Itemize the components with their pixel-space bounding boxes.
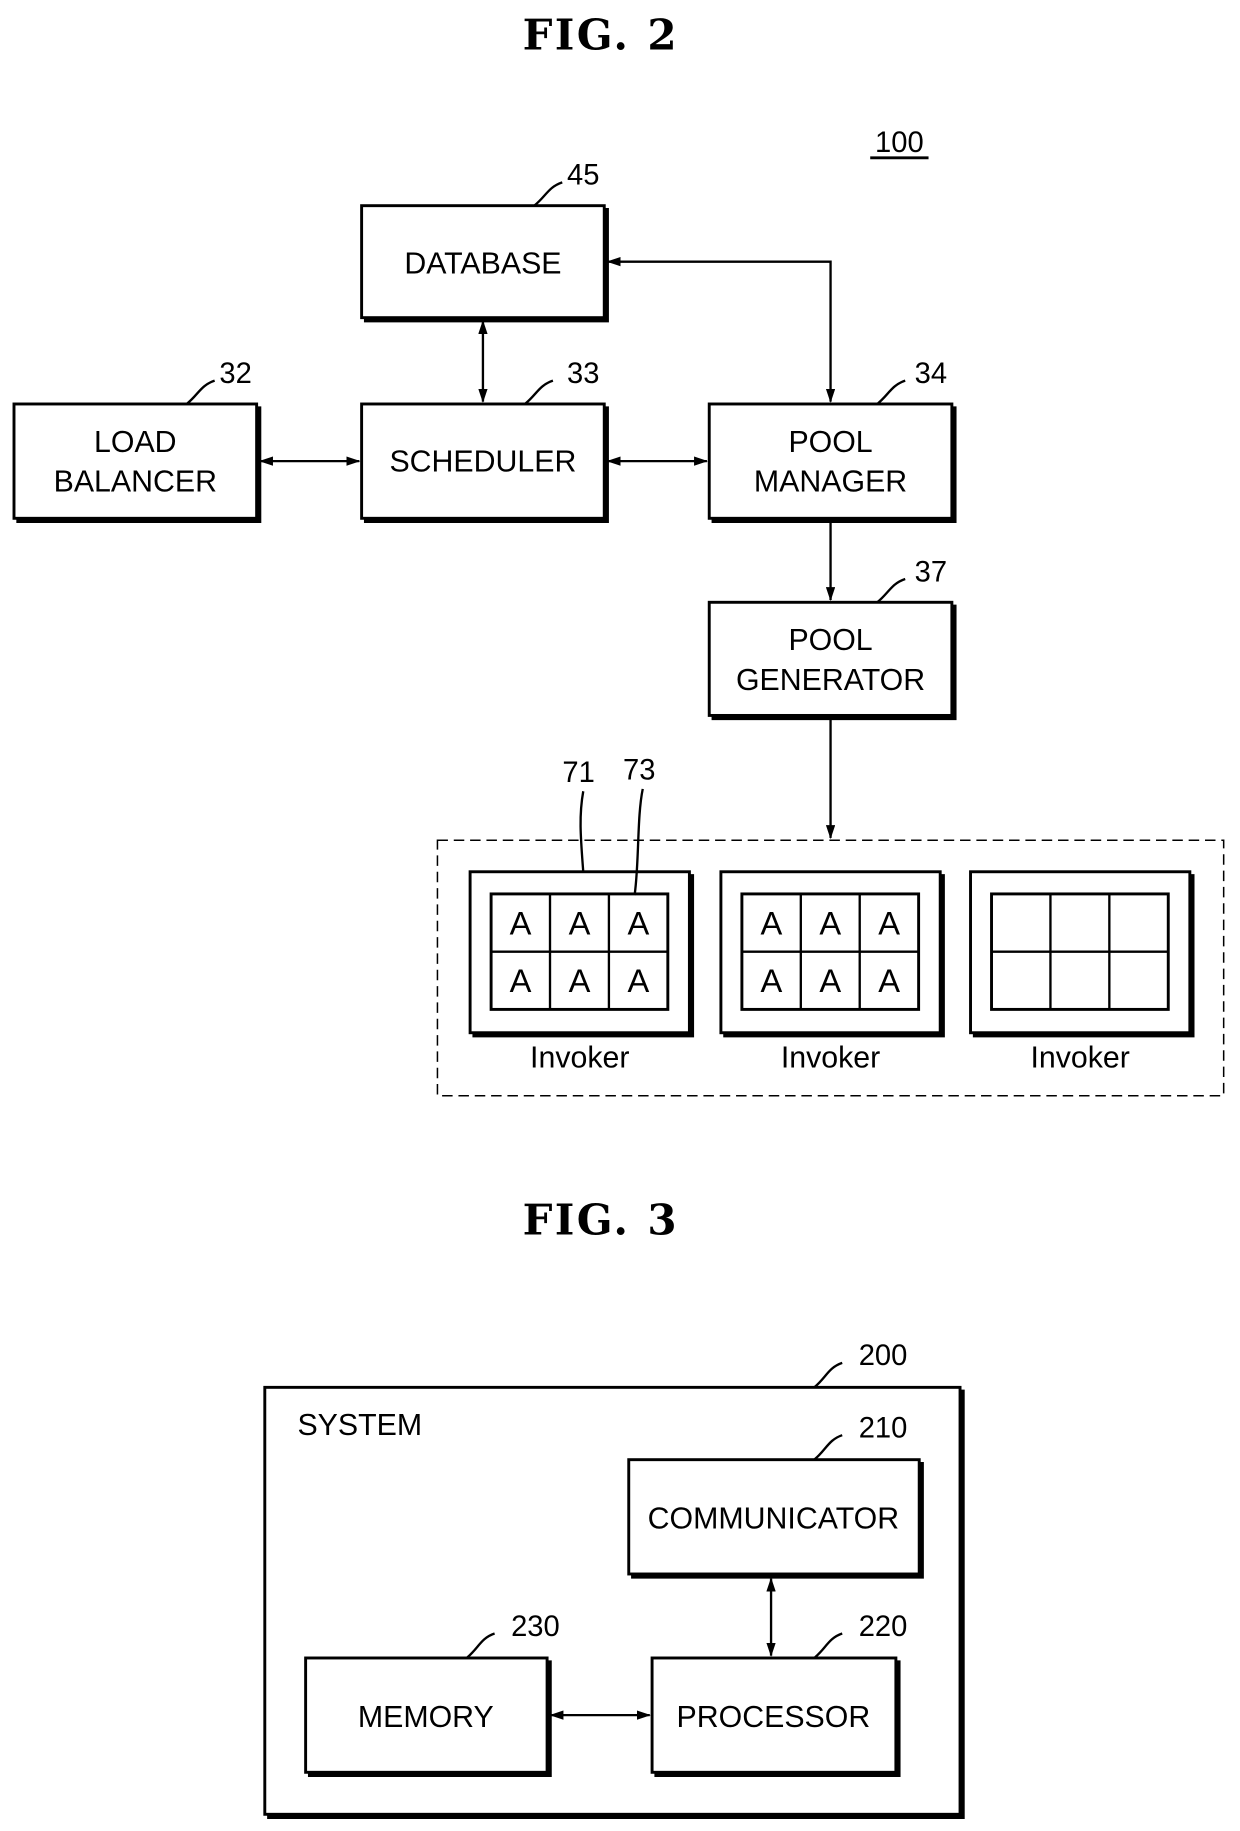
scheduler-label: SCHEDULER xyxy=(389,446,576,479)
database-leader xyxy=(533,181,563,207)
load-balancer-ref: 32 xyxy=(219,358,251,390)
container-cell: A xyxy=(627,962,649,999)
invoker: A A AA A AInvoker xyxy=(468,870,695,1075)
container-cell: A xyxy=(760,962,782,999)
pool-manager-ref: 34 xyxy=(915,358,947,390)
invoker-ref-71: 71 xyxy=(562,757,594,789)
invoker-label: Invoker xyxy=(781,1042,880,1075)
container-cell: A xyxy=(569,904,591,941)
fig3-title: FIG. 3 xyxy=(523,1196,679,1245)
system-leader xyxy=(813,1361,843,1389)
invoker-ref-leader xyxy=(579,791,585,872)
system-label: SYSTEM xyxy=(297,1409,422,1442)
container-cell: A xyxy=(627,904,649,941)
pool-generator-label-line2: GENERATOR xyxy=(736,664,925,697)
database-ref: 45 xyxy=(567,160,599,192)
communicator-label: COMMUNICATOR xyxy=(648,1503,899,1536)
system-ref-label: 100 xyxy=(875,127,924,159)
invokers-group: A A AA A AInvokerA A AA A AInvoker Invoker xyxy=(468,870,1195,1075)
pool-manager-box xyxy=(707,402,954,520)
processor-ref: 220 xyxy=(859,1611,908,1643)
processor-label: PROCESSOR xyxy=(677,1701,871,1734)
invoker: A A AA A AInvoker xyxy=(719,870,945,1075)
load-balancer-label-line2: BALANCER xyxy=(54,465,217,498)
load-balancer-box xyxy=(12,402,259,520)
communicator-ref: 210 xyxy=(859,1413,908,1445)
invoker-label: Invoker xyxy=(1030,1042,1129,1075)
invoker: Invoker xyxy=(969,870,1195,1075)
database-label: DATABASE xyxy=(404,247,561,280)
scheduler-node: SCHEDULER 33 xyxy=(360,358,609,523)
pool-generator-ref: 37 xyxy=(915,556,947,588)
pool-manager-label-line1: POOL xyxy=(788,426,872,459)
memory-ref: 230 xyxy=(511,1611,560,1643)
container-cell: A xyxy=(878,904,900,941)
container-cell: A xyxy=(569,962,591,999)
container-cell: A xyxy=(819,962,841,999)
container-cell: A xyxy=(510,904,532,941)
database-node: DATABASE 45 xyxy=(360,160,609,323)
pool-generator-leader xyxy=(876,577,906,604)
invoker-label: Invoker xyxy=(530,1042,629,1075)
system-ref: 200 xyxy=(859,1340,908,1372)
container-ref-73: 73 xyxy=(623,755,655,787)
load-balancer-node: LOAD BALANCER 32 xyxy=(12,358,262,523)
patent-figures: FIG. 2 100 DATABASE 45 LOAD BALANCER 32 … xyxy=(12,10,1225,1819)
load-balancer-label-line1: LOAD xyxy=(94,426,177,459)
load-balancer-leader xyxy=(185,379,216,405)
fig2-title: FIG. 2 xyxy=(523,10,679,59)
system-ref-100: 100 xyxy=(870,127,929,160)
container-cell: A xyxy=(760,904,782,941)
pool-generator-label-line1: POOL xyxy=(788,624,872,657)
container-cell: A xyxy=(510,962,532,999)
pool-manager-label-line2: MANAGER xyxy=(754,465,907,498)
pool-manager-leader xyxy=(876,379,906,405)
pool-generator-box xyxy=(707,600,954,717)
memory-label: MEMORY xyxy=(358,1701,494,1734)
scheduler-ref: 33 xyxy=(567,358,599,390)
edge-poolmanager-database xyxy=(606,257,836,403)
container-cell: A xyxy=(878,962,900,999)
scheduler-leader xyxy=(524,379,554,405)
container-cell: A xyxy=(819,904,841,941)
